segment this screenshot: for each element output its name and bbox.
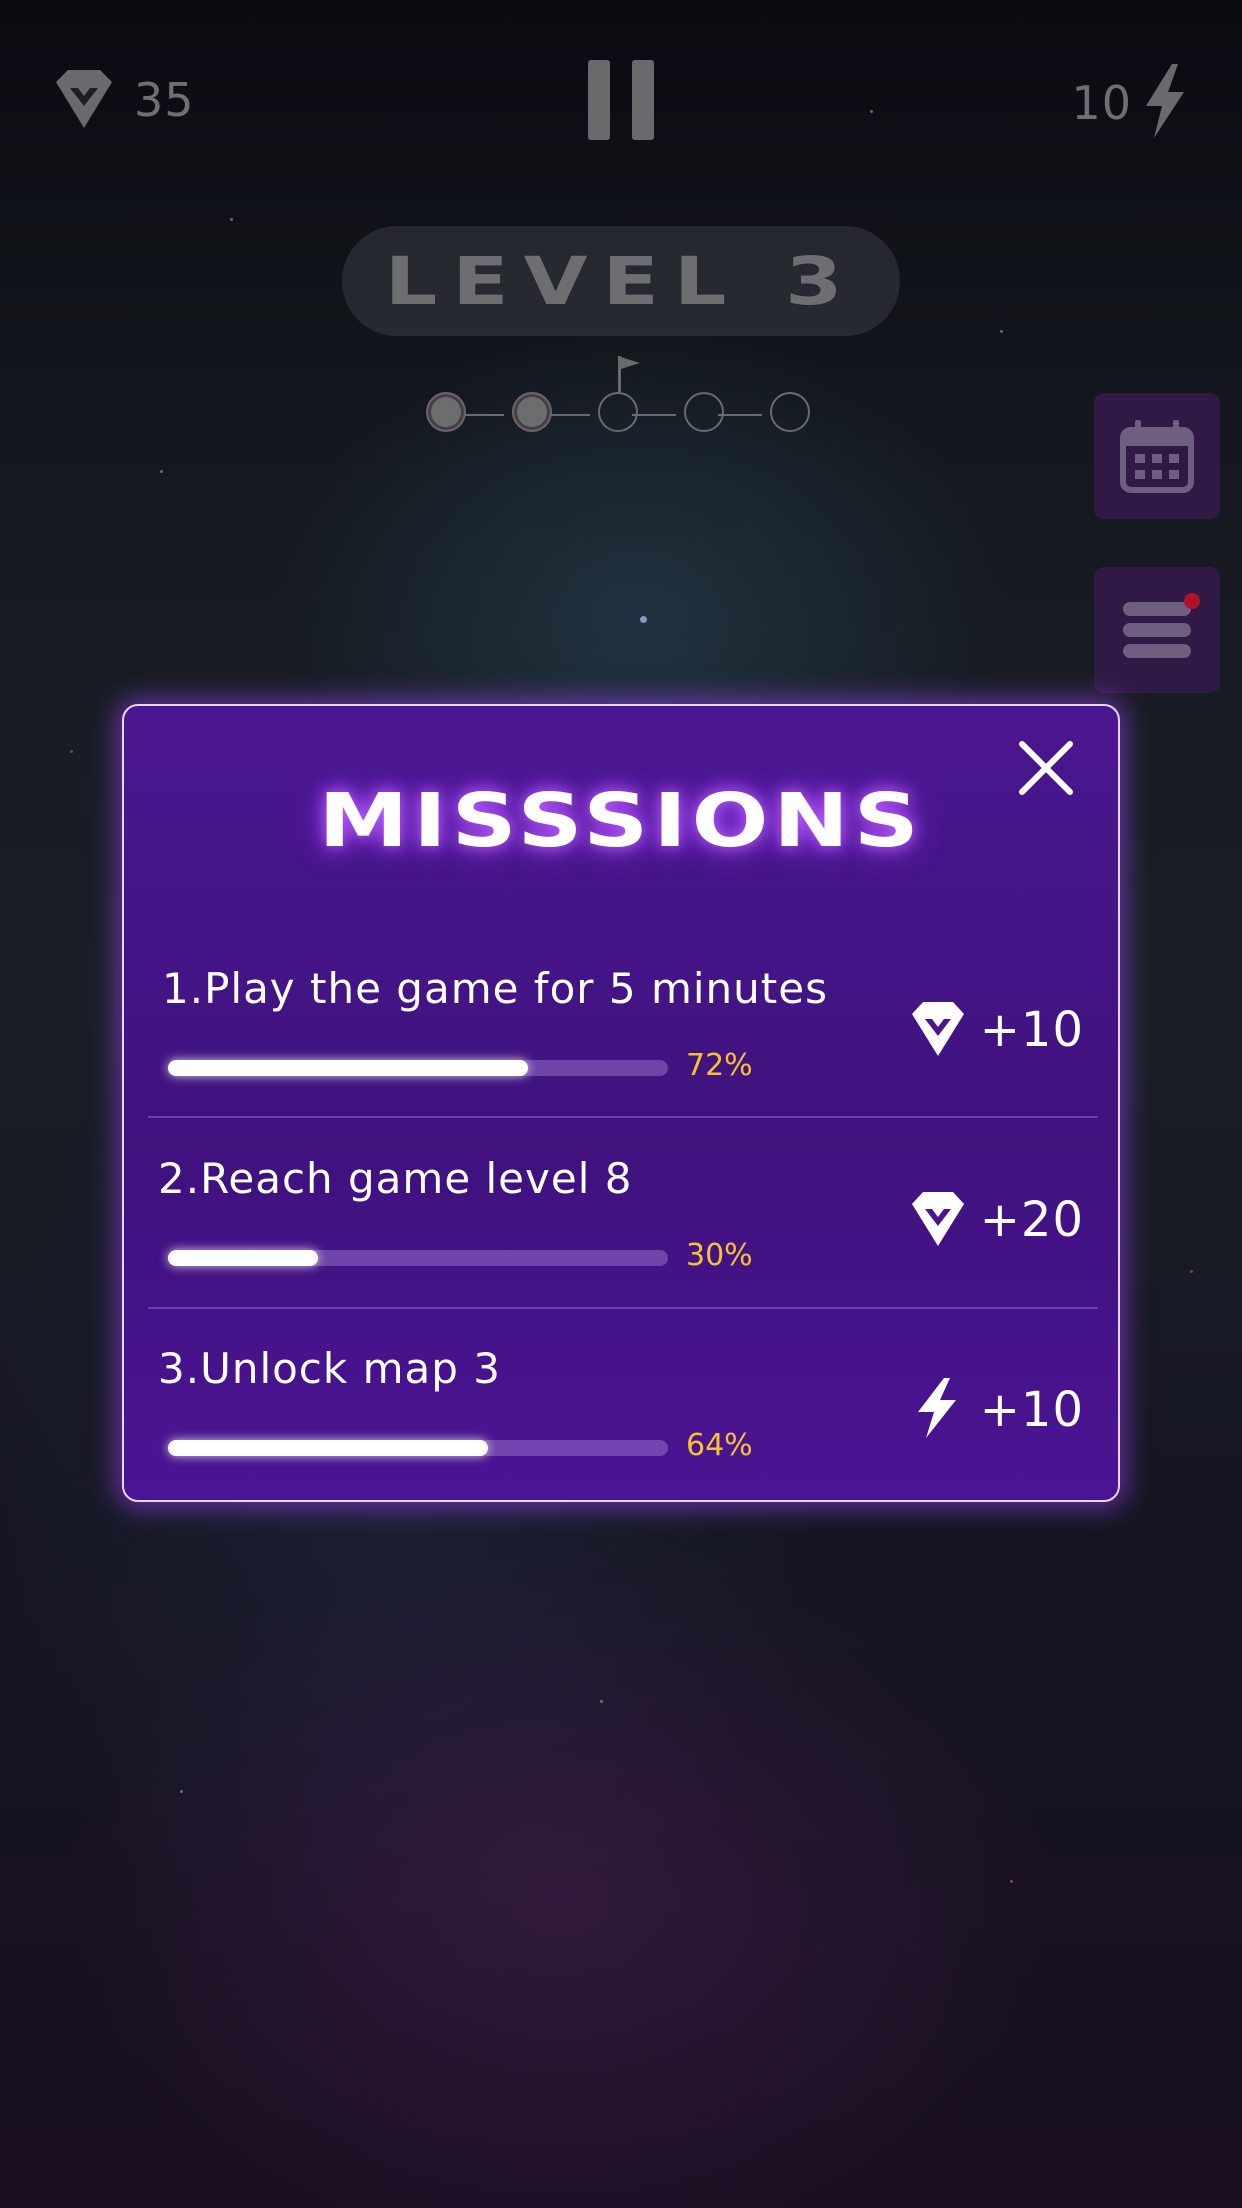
mission-reward: +10	[906, 1376, 1084, 1444]
close-icon	[1019, 741, 1073, 795]
progress-step-5	[770, 392, 810, 432]
mission-reward: +20	[906, 1186, 1084, 1254]
missions-list-button[interactable]	[1094, 567, 1220, 693]
progress-step-4	[684, 392, 724, 432]
mission-progress-bar	[168, 1250, 668, 1266]
gem-icon	[906, 1186, 970, 1254]
divider	[148, 1116, 1098, 1118]
pause-icon	[588, 60, 610, 140]
close-button[interactable]	[1014, 736, 1078, 800]
lightning-icon	[1140, 62, 1190, 144]
level-label: LEVEL 3	[384, 242, 858, 320]
pause-button[interactable]	[588, 60, 654, 140]
mission-item-3: 3.Unlock map 3 64% +10	[148, 1320, 1098, 1510]
notification-badge	[1184, 593, 1200, 609]
progress-connector	[718, 414, 762, 416]
lightning-icon	[906, 1376, 970, 1444]
progress-step-3	[598, 392, 638, 432]
mission-progress-bar	[168, 1440, 668, 1456]
divider	[148, 1307, 1098, 1309]
energy-count: 10	[1071, 76, 1132, 130]
missions-modal: MISSSIONS 1.Play the game for 5 minutes …	[122, 704, 1120, 1502]
progress-connector	[460, 414, 504, 416]
gem-count: 35	[134, 73, 195, 127]
level-progress-track	[420, 356, 820, 440]
mission-reward: +10	[906, 996, 1084, 1064]
level-indicator: LEVEL 3	[342, 226, 900, 336]
top-hud: 35 10	[0, 0, 1242, 200]
mission-label: 2.Reach game level 8	[158, 1154, 633, 1203]
gem-icon	[48, 62, 120, 138]
progress-step-2	[512, 392, 552, 432]
progress-connector	[546, 414, 590, 416]
mission-label: 3.Unlock map 3	[158, 1344, 501, 1393]
modal-title: MISSSIONS	[318, 778, 924, 864]
gem-counter: 35	[48, 62, 195, 138]
mission-progress-percent: 72%	[686, 1048, 753, 1083]
progress-connector	[632, 414, 676, 416]
mission-progress-fill	[168, 1440, 488, 1456]
mission-progress-fill	[168, 1060, 528, 1076]
mission-progress-fill	[168, 1250, 318, 1266]
mission-progress-bar	[168, 1060, 668, 1076]
mission-progress-percent: 64%	[686, 1428, 753, 1463]
mission-progress-percent: 30%	[686, 1238, 753, 1273]
calendar-icon	[1120, 420, 1194, 493]
mission-label: 1.Play the game for 5 minutes	[162, 964, 828, 1013]
flag-icon	[618, 356, 640, 392]
progress-step-1	[426, 392, 466, 432]
mission-item-1: 1.Play the game for 5 minutes 72% +10	[148, 940, 1098, 1130]
calendar-button[interactable]	[1094, 393, 1220, 519]
mission-item-2: 2.Reach game level 8 30% +20	[148, 1130, 1098, 1320]
gem-icon	[906, 996, 970, 1064]
energy-counter: 10	[1071, 62, 1190, 144]
